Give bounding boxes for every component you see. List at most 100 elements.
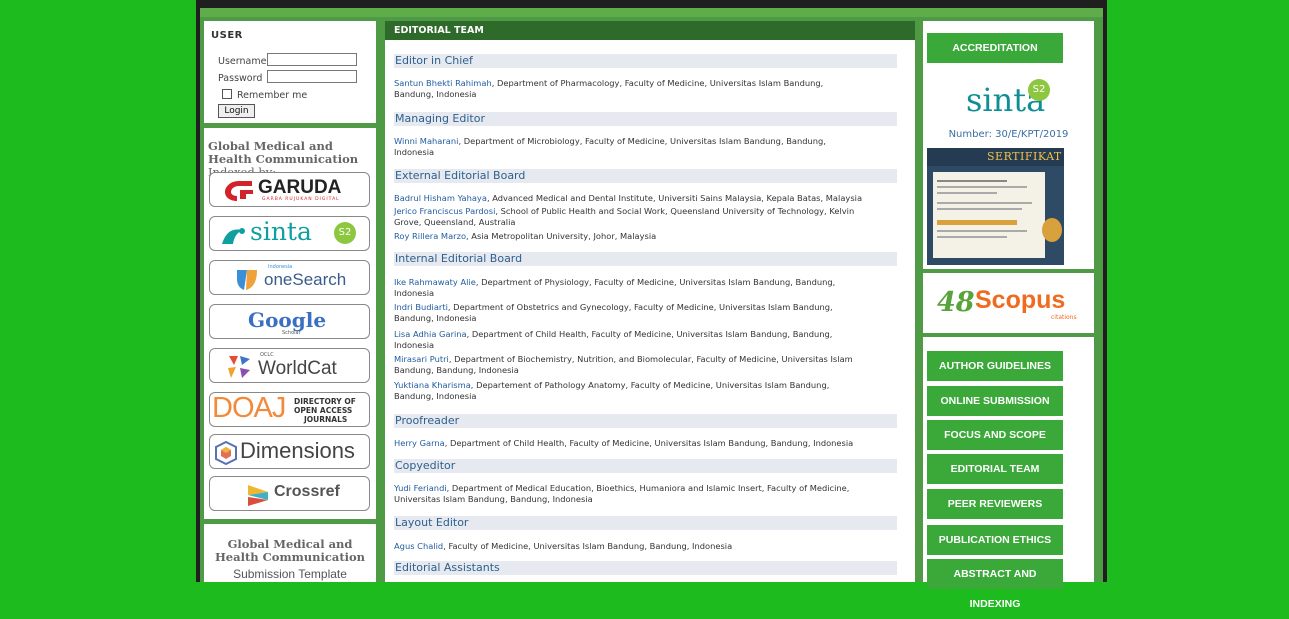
journal-nav-panel: AUTHOR GUIDELINES ONLINE SUBMISSION FOCU… [923, 337, 1094, 610]
editor-name-link[interactable]: Yudi Feriandi [394, 483, 447, 493]
nav-publication-ethics[interactable]: PUBLICATION ETHICS [927, 525, 1063, 555]
editor-affiliation-cont: Bandung, Bandung, Indonesia [394, 365, 519, 375]
editor-affiliation-cont: Universitas Islam Bandung, Bandung, Indo… [394, 494, 593, 504]
accreditation-number: Number: 30/E/KPT/2019 [948, 129, 1069, 140]
dimensions-icon [215, 441, 237, 465]
certificate-title: SERTIFIKAT [987, 150, 1062, 163]
scopus-citations-panel[interactable]: 48 Scopus citations [923, 273, 1094, 333]
password-label: Password [218, 73, 263, 84]
editor-name-link[interactable]: Jerico Franciscus Pardosi [394, 206, 495, 216]
submission-template-link[interactable]: Submission Template [204, 567, 376, 581]
editor-affiliation-cont: Bandung, Indonesia [394, 89, 477, 99]
nav-author-guidelines[interactable]: AUTHOR GUIDELINES [927, 351, 1063, 381]
editor-entry: Herry Garna, Department of Child Health,… [394, 438, 904, 449]
editor-affiliation-cont: Bandung, Indonesia [394, 313, 477, 323]
nav-peer-reviewers[interactable]: PEER REVIEWERS [927, 489, 1063, 519]
crossref-logo-link[interactable]: Crossref [209, 476, 370, 511]
editor-affiliation: , Department of Physiology, Faculty of M… [475, 277, 836, 287]
google-scholar-subtext: Scholar [282, 330, 301, 336]
remember-me-checkbox[interactable] [222, 89, 232, 99]
editor-affiliation: , School of Public Health and Social Wor… [495, 206, 855, 216]
sinta-accreditation-logo[interactable]: sinta S2 [964, 77, 1054, 125]
password-input[interactable] [267, 70, 357, 83]
editor-affiliation: , Faculty of Medicine, Universitas Islam… [443, 541, 733, 551]
nav-focus-and-scope[interactable]: FOCUS AND SCOPE [927, 420, 1063, 450]
template-journal-name: Global Medical and Health Communication [214, 537, 366, 564]
sinta-logo-link[interactable]: sinta S2 [209, 216, 370, 251]
garuda-logo-text: GARUDA [258, 177, 342, 198]
editor-entry: Agus Chalid, Faculty of Medicine, Univer… [394, 541, 904, 552]
worldcat-icon [228, 356, 250, 378]
garuda-logo-subtext: GARBA RUJUKAN DIGITAL [262, 197, 340, 202]
worldcat-logo-text: WorldCat [258, 358, 337, 379]
accreditation-certificate[interactable]: SERTIFIKAT [927, 148, 1064, 265]
accreditation-panel: ACCREDITATION sinta S2 Number: 30/E/KPT/… [923, 21, 1094, 269]
doaj-logo-link[interactable]: DOAJ DIRECTORY OF OPEN ACCESS JOURNALS [209, 392, 370, 427]
nav-online-submission[interactable]: ONLINE SUBMISSION [927, 386, 1063, 416]
editor-name-link[interactable]: Ike Rahmawaty Alie [394, 277, 476, 287]
scopus-logo-text: Scopus [975, 286, 1066, 314]
editor-entry: Yuktiana Kharisma, Departement of Pathol… [394, 380, 904, 402]
certificate-paper [933, 172, 1045, 258]
editor-affiliation-cont: Indonesia [394, 147, 435, 157]
editor-entry: Lisa Adhia Garina, Department of Child H… [394, 329, 904, 351]
editor-name-link[interactable]: Badrul Hisham Yahaya [394, 193, 487, 203]
editor-name-link[interactable]: Agus Chalid [394, 541, 443, 551]
worldcat-logo-link[interactable]: OCLC WorldCat [209, 348, 370, 383]
editor-name-link[interactable]: Roy Rillera Marzo [394, 231, 466, 241]
editor-affiliation: , Department of Obstetrics and Gynecolog… [447, 302, 833, 312]
crossref-logo-text: Crossref [274, 483, 340, 500]
certificate-line [937, 186, 1027, 188]
certificate-highlight [937, 220, 1017, 225]
nav-editorial-team[interactable]: EDITORIAL TEAM [927, 454, 1063, 484]
editor-entry: Roy Rillera Marzo, Asia Metropolitan Uni… [394, 231, 904, 242]
onesearch-logo-link[interactable]: Indonesia oneSearch [209, 260, 370, 295]
editor-entry: Jerico Franciscus Pardosi, School of Pub… [394, 206, 904, 228]
garuda-icon [225, 181, 253, 201]
remember-me-label: Remember me [237, 90, 308, 101]
garuda-logo-link[interactable]: GARUDA GARBA RUJUKAN DIGITAL [209, 172, 370, 207]
editor-name-link[interactable]: Indri Budiarti [394, 302, 448, 312]
main-header-bar: EDITORIAL TEAM [385, 21, 915, 40]
submission-template-panel[interactable]: Global Medical and Health Communication … [204, 524, 376, 582]
username-input[interactable] [267, 53, 357, 66]
editor-entry: Yudi Feriandi, Department of Medical Edu… [394, 483, 904, 505]
editor-affiliation: , Department of Child Health, Faculty of… [444, 438, 854, 448]
certificate-line [937, 208, 1022, 210]
section-title-proofreader: Proofreader [394, 414, 897, 428]
editor-affiliation-cont: Bandung, Indonesia [394, 391, 477, 401]
sinta-logo-text: sinta [250, 217, 312, 246]
section-title-external-board: External Editorial Board [394, 169, 897, 183]
sinta-s2-badge: S2 [334, 222, 356, 244]
editor-name-link[interactable]: Winni Maharani [394, 136, 458, 146]
editor-name-link[interactable]: Santun Bhekti Rahimah [394, 78, 492, 88]
onesearch-icon [237, 270, 257, 290]
onesearch-logo-text: oneSearch [264, 270, 347, 289]
login-button[interactable]: Login [218, 104, 255, 118]
page-title: EDITORIAL TEAM [394, 25, 484, 36]
google-scholar-logo-link[interactable]: Google Scholar [209, 304, 370, 339]
doaj-sub3: JOURNALS [304, 415, 348, 424]
editor-affiliation: , Department of Medical Education, Bioet… [446, 483, 850, 493]
nav-abstract-and-indexing[interactable]: ABSTRACT AND INDEXING [927, 559, 1063, 610]
dimensions-logo-link[interactable]: Dimensions [209, 434, 370, 469]
editor-name-link[interactable]: Herry Garna [394, 438, 445, 448]
indexed-journal-name: Global Medical and Health Communication [208, 139, 359, 166]
editor-entry: Santun Bhekti Rahimah, Department of Pha… [394, 78, 904, 100]
section-title-editorial-assistants: Editorial Assistants [394, 561, 897, 575]
doaj-sub1: DIRECTORY OF [294, 397, 356, 406]
certificate-line [937, 192, 997, 194]
certificate-seal-icon [1042, 218, 1062, 242]
editor-affiliation: , Department of Microbiology, Faculty of… [458, 136, 826, 146]
certificate-line [937, 236, 1007, 238]
accreditation-button[interactable]: ACCREDITATION [927, 33, 1063, 63]
editor-affiliation: , Department of Biochemistry, Nutrition,… [448, 354, 853, 364]
editor-affiliation-cont: Grove, Queensland, Australia [394, 217, 516, 227]
editor-entry: Mirasari Putri, Department of Biochemist… [394, 354, 904, 376]
username-label: Username [218, 56, 267, 67]
editor-name-link[interactable]: Mirasari Putri [394, 354, 449, 364]
editor-name-link[interactable]: Yuktiana Kharisma [394, 380, 471, 390]
editor-name-link[interactable]: Lisa Adhia Garina [394, 329, 467, 339]
main-content: EDITORIAL TEAM Editor in Chief Santun Bh… [385, 21, 915, 582]
editor-affiliation: , Department of Pharmacology, Faculty of… [491, 78, 824, 88]
